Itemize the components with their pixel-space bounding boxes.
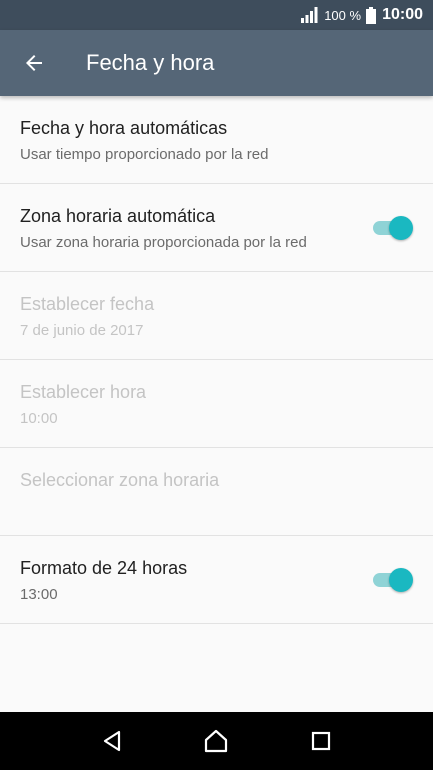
battery-icon — [366, 6, 377, 24]
nav-recents-button[interactable] — [301, 721, 341, 761]
status-time: 10:00 — [382, 6, 423, 23]
app-bar: Fecha y hora — [0, 30, 433, 96]
signal-icon — [301, 7, 318, 23]
setting-set-date: Establecer fecha 7 de junio de 2017 — [0, 272, 433, 360]
nav-back-button[interactable] — [92, 721, 132, 761]
setting-title: Fecha y hora automáticas — [20, 118, 228, 138]
setting-subtitle: 10:00 — [20, 410, 58, 427]
back-button[interactable] — [6, 35, 62, 91]
auto-timezone-toggle[interactable] — [371, 216, 413, 240]
triangle-back-icon — [104, 730, 121, 752]
setting-subtitle: 13:00 — [20, 586, 58, 603]
home-icon — [205, 729, 228, 753]
setting-title: Seleccionar zona horaria — [20, 470, 220, 490]
setting-title: Establecer hora — [20, 382, 147, 402]
setting-subtitle: Usar tiempo proporcionado por la red — [20, 146, 269, 163]
setting-auto-timezone[interactable]: Zona horaria automática Usar zona horari… — [0, 184, 433, 272]
arrow-left-icon — [26, 55, 42, 71]
setting-auto-date-time[interactable]: Fecha y hora automáticas Usar tiempo pro… — [0, 96, 433, 184]
navigation-bar — [0, 712, 433, 770]
setting-set-time: Establecer hora 10:00 — [0, 360, 433, 448]
battery-percent: 100 % — [324, 7, 362, 23]
setting-title: Zona horaria automática — [20, 206, 216, 226]
setting-select-timezone: Seleccionar zona horaria — [0, 448, 433, 536]
status-bar: 100 % 10:00 — [0, 0, 433, 30]
nav-home-button[interactable] — [196, 721, 236, 761]
setting-title: Establecer fecha — [20, 294, 155, 314]
page-title: Fecha y hora — [86, 50, 215, 75]
toggle-thumb — [389, 216, 413, 240]
settings-list: Fecha y hora automáticas Usar tiempo pro… — [0, 96, 433, 624]
setting-24-hour-format[interactable]: Formato de 24 horas 13:00 — [0, 536, 433, 624]
square-recents-icon — [311, 731, 330, 751]
setting-subtitle: 7 de junio de 2017 — [20, 322, 144, 339]
setting-title: Formato de 24 horas — [20, 558, 188, 578]
setting-subtitle: Usar zona horaria proporcionada por la r… — [20, 234, 307, 251]
toggle-thumb — [389, 568, 413, 592]
24-hour-toggle[interactable] — [371, 568, 413, 592]
